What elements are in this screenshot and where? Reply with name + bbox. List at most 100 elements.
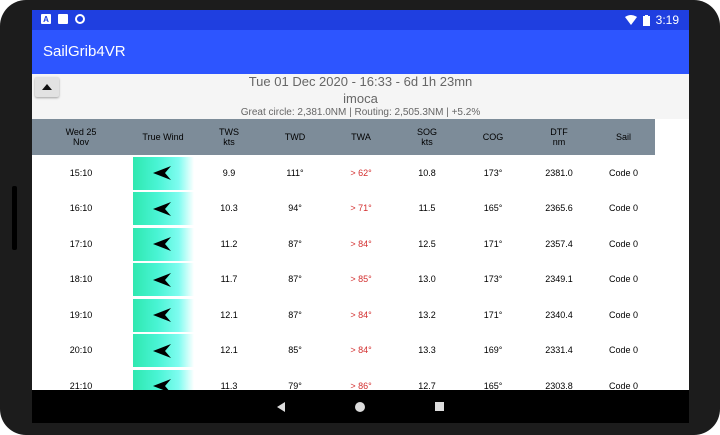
- cell-tws: 11.7: [220, 274, 238, 285]
- table-row[interactable]: 19:10 12.1 87° > 84° 13.2 171° 2340.4 Code 0: [32, 297, 655, 333]
- cell-sail: Code 0: [608, 167, 639, 178]
- tablet-device: A 3:19 SailGrib4VR Tue 01 Dec 2020 - 16:…: [0, 0, 720, 435]
- header-sog: SOG kts: [416, 127, 437, 147]
- route-summary: Tue 01 Dec 2020 - 16:33 - 6d 1h 23mn imo…: [32, 74, 689, 119]
- table-row[interactable]: 15:10 9.9 111° > 62° 10.8 173° 2381.0 Code 0: [32, 155, 655, 191]
- header-sail: Sail: [615, 132, 631, 142]
- a-icon: A: [41, 14, 51, 24]
- cell-cog: 169°: [483, 345, 503, 356]
- cell-sail: Code 0: [608, 274, 639, 285]
- wifi-icon: [624, 15, 637, 25]
- circle-icon: [75, 14, 85, 24]
- wind-cell: [130, 155, 196, 191]
- wind-background: [132, 226, 194, 261]
- routing-table: Wed 25 Nov True Wind TWS kts TWD TWA SOG…: [32, 119, 655, 390]
- wind-background: [132, 333, 194, 368]
- cell-sail: Code 0: [608, 345, 639, 356]
- table-row[interactable]: 16:10 10.3 94° > 71° 11.5 165° 2365.6 Code 0: [32, 190, 655, 226]
- wind-cell: [130, 333, 196, 369]
- cell-dtf: 2365.6: [545, 203, 573, 214]
- cell-tws: 12.1: [220, 309, 238, 320]
- cell-tws: 10.3: [220, 203, 238, 214]
- cell-sog: 11.5: [418, 203, 436, 214]
- cell-sail: Code 0: [608, 238, 639, 249]
- cell-cog: 171°: [483, 309, 503, 320]
- cell-twd: 79°: [288, 380, 302, 390]
- wind-arrow-icon: [153, 308, 171, 323]
- back-icon[interactable]: [277, 401, 285, 412]
- boat-name: imoca: [343, 91, 378, 106]
- cell-sog: 12.7: [418, 380, 436, 390]
- cell-sail: Code 0: [608, 380, 639, 390]
- cell-twd: 87°: [288, 274, 302, 285]
- cell-time: 18:10: [69, 274, 93, 285]
- cell-sog: 12.5: [418, 238, 436, 249]
- table-row[interactable]: 21:10 11.3 79° > 86° 12.7 165° 2303.8 Code 0: [32, 368, 655, 390]
- cell-cog: 165°: [483, 203, 503, 214]
- cell-tws: 9.9: [222, 167, 236, 178]
- header-twa: TWA: [351, 132, 371, 142]
- cell-dtf: 2349.1: [545, 274, 573, 285]
- cell-cog: 173°: [483, 274, 503, 285]
- cell-tws: 11.2: [220, 238, 238, 249]
- table-row[interactable]: 17:10 11.2 87° > 84° 12.5 171° 2357.4 Code 0: [32, 226, 655, 262]
- cell-twa: > 62°: [350, 167, 372, 178]
- cell-dtf: 2381.0: [545, 167, 573, 178]
- home-icon[interactable]: [355, 401, 365, 412]
- table-header: Wed 25 Nov True Wind TWS kts TWD TWA SOG…: [32, 119, 655, 155]
- table-body: 15:10 9.9 111° > 62° 10.8 173° 2381.0 Code 0 16:…: [32, 155, 655, 390]
- cell-cog: 165°: [483, 380, 503, 390]
- cell-cog: 173°: [483, 167, 503, 178]
- navigation-bar: [32, 390, 689, 423]
- cell-dtf: 2303.8: [545, 380, 573, 390]
- cell-time: 21:10: [69, 380, 93, 390]
- cell-sog: 13.3: [418, 345, 436, 356]
- wind-cell: [130, 262, 196, 298]
- wind-cell: [130, 226, 196, 262]
- header-cog: COG: [482, 132, 504, 142]
- table-row[interactable]: 20:10 12.1 85° > 84° 13.3 169° 2331.4 Code 0: [32, 332, 655, 369]
- header-dtf: DTF nm: [550, 127, 568, 147]
- wind-arrow-icon: [153, 379, 171, 390]
- status-left-icons: A: [41, 14, 85, 24]
- route-date-line: Tue 01 Dec 2020 - 16:33 - 6d 1h 23mn: [248, 74, 473, 89]
- hardware-button: [12, 186, 17, 250]
- recents-icon[interactable]: [435, 402, 444, 411]
- cell-twa: > 84°: [350, 238, 372, 249]
- screen: A 3:19 SailGrib4VR Tue 01 Dec 2020 - 16:…: [32, 10, 689, 422]
- status-time: 3:19: [655, 13, 679, 27]
- cell-twd: 94°: [288, 203, 302, 214]
- wind-cell: [130, 297, 196, 333]
- wind-arrow-icon: [153, 166, 171, 181]
- cell-sail: Code 0: [608, 309, 639, 320]
- wind-arrow-icon: [153, 237, 171, 252]
- cell-twd: 87°: [288, 309, 302, 320]
- wind-cell: [130, 368, 196, 390]
- cell-time: 19:10: [69, 309, 93, 320]
- wind-arrow-icon: [153, 343, 171, 358]
- cell-twd: 87°: [288, 238, 302, 249]
- cell-twa: > 86°: [350, 380, 372, 390]
- cell-twa: > 85°: [350, 274, 372, 285]
- wind-background: [132, 297, 194, 332]
- wind-background: [132, 262, 194, 297]
- header-tws: TWS kts: [219, 127, 239, 147]
- cell-sog: 10.8: [418, 167, 436, 178]
- cell-twd: 111°: [286, 167, 304, 178]
- wind-background: [132, 155, 194, 190]
- main-content[interactable]: Tue 01 Dec 2020 - 16:33 - 6d 1h 23mn imo…: [32, 74, 689, 390]
- collapse-button[interactable]: [35, 77, 59, 97]
- cell-dtf: 2357.4: [545, 238, 573, 249]
- cell-time: 16:10: [69, 203, 93, 214]
- cell-time: 15:10: [69, 167, 93, 178]
- cell-twa: > 71°: [350, 203, 372, 214]
- cell-tws: 12.1: [220, 345, 238, 356]
- status-bar: A 3:19: [32, 10, 689, 30]
- cell-dtf: 2331.4: [545, 345, 573, 356]
- route-distance-line: Great circle: 2,381.0NM | Routing: 2,505…: [240, 107, 481, 118]
- cell-sog: 13.0: [418, 274, 436, 285]
- cell-time: 20:10: [69, 345, 93, 356]
- table-row[interactable]: 18:10 11.7 87° > 85° 13.0 173° 2349.1 Code 0: [32, 261, 655, 298]
- header-true-wind: True Wind: [142, 132, 184, 142]
- cell-dtf: 2340.4: [545, 309, 573, 320]
